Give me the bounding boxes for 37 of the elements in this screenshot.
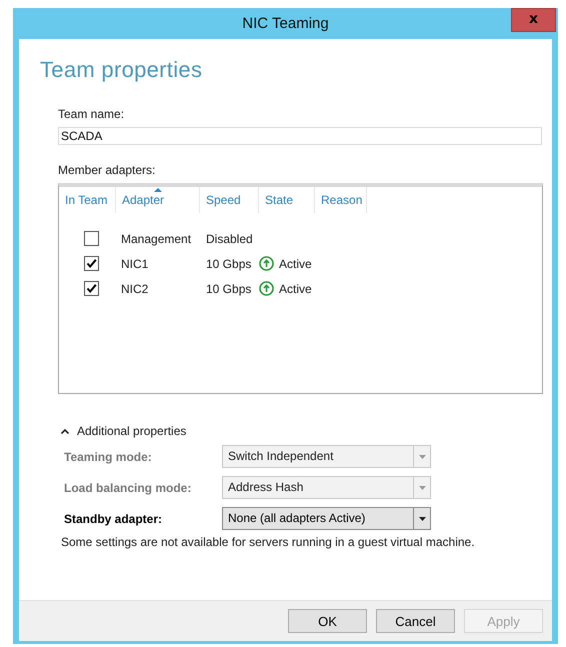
field-label: Standby adapter:: [64, 512, 164, 526]
up-arrow-circle-icon: [259, 281, 274, 296]
state-text: Active: [279, 256, 312, 270]
checkbox[interactable]: [84, 281, 99, 296]
checkbox[interactable]: [84, 231, 99, 246]
team-name-field[interactable]: SCADA: [58, 127, 542, 145]
adapter-name: NIC1: [121, 256, 148, 270]
caret-icon: [418, 486, 426, 490]
sort-arrow-icon: [154, 188, 162, 192]
info-note: Some settings are not available for servers running in a guest virtual machine.: [61, 535, 476, 549]
column-header[interactable]: State: [259, 187, 315, 213]
speed-text: 10 Gbps: [206, 282, 252, 296]
adapter-name: NIC2: [121, 282, 148, 296]
state-text: Active: [279, 282, 312, 296]
section-toggle[interactable]: Additional properties: [77, 424, 186, 438]
collapse-caret-icon[interactable]: [61, 428, 69, 434]
column-header[interactable]: In Team: [59, 187, 116, 213]
caret-icon: [418, 454, 426, 458]
adapter-name: Management: [121, 232, 192, 246]
dropdown[interactable]: None (all adapters Active): [222, 507, 431, 530]
cancel-button[interactable]: Cancel: [376, 609, 455, 633]
window-title: NIC Teaming: [242, 15, 329, 32]
page-heading: Team properties: [40, 57, 204, 83]
column-header[interactable]: Adapter: [116, 187, 200, 213]
caret-icon: [418, 516, 426, 520]
field-label: Team name:: [58, 107, 126, 121]
ok-button[interactable]: OK: [288, 609, 367, 633]
field-label: Teaming mode:: [64, 450, 153, 464]
field-label: Load balancing mode:: [64, 480, 192, 494]
field-label: Member adapters:: [58, 163, 156, 177]
checkbox[interactable]: [84, 256, 99, 271]
speed-text: 10 Gbps: [206, 256, 252, 270]
speed-text: Disabled: [206, 232, 253, 246]
column-header[interactable]: Reason: [315, 187, 367, 213]
up-arrow-circle-icon: [259, 256, 274, 271]
column-header[interactable]: Speed: [200, 187, 259, 213]
close-button[interactable]: x: [511, 8, 556, 32]
